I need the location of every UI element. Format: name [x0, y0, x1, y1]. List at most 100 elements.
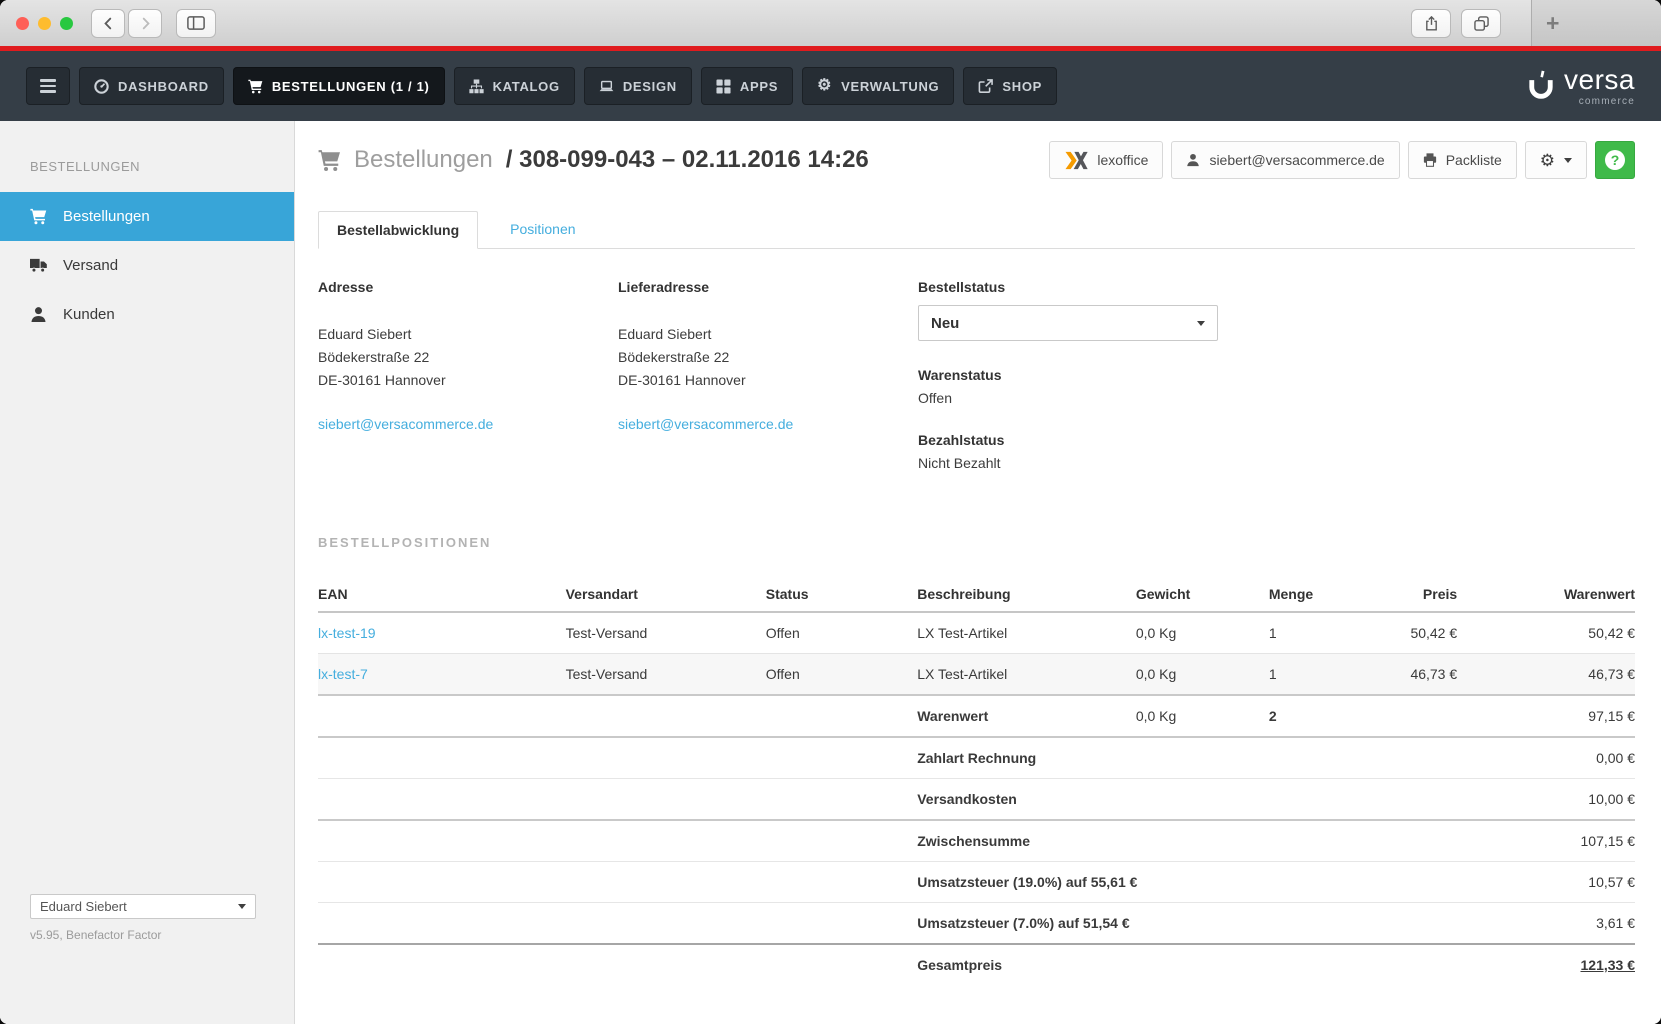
tab-strip: + [1531, 0, 1661, 46]
sidebar-item-bestellungen[interactable]: Bestellungen [0, 192, 294, 241]
address-line: Eduard Siebert [618, 323, 918, 346]
traffic-lights [16, 17, 73, 30]
preis-cell: 50,42 € [1360, 612, 1457, 654]
close-window-button[interactable] [16, 17, 29, 30]
nav-item-design[interactable]: DESIGN [584, 67, 692, 105]
nav-item-katalog[interactable]: KATALOG [454, 67, 575, 105]
tab-positionen[interactable]: Positionen [492, 211, 593, 248]
positions-section-title: BESTELLPOSITIONEN [318, 535, 1635, 550]
customer-email-link[interactable]: siebert@versacommerce.de [318, 416, 493, 432]
bestellstatus-label: Bestellstatus [918, 279, 1218, 295]
summary-row-warenwert: Warenwert 0,0 Kg 2 97,15 € [318, 695, 1635, 737]
chrome-right-buttons [1411, 9, 1501, 38]
summary-row-umsatzsteuer-19: Umsatzsteuer (19.0%) auf 55,61 € 10,57 € [318, 862, 1635, 903]
col-beschreibung: Beschreibung [917, 576, 1136, 612]
address-line: Bödekerstraße 22 [618, 346, 918, 369]
versandart-cell: Test-Versand [566, 612, 766, 654]
sidebar-footer: Eduard Siebert v5.95, Benefactor Factor [30, 894, 256, 942]
col-warenwert: Warenwert [1457, 576, 1635, 612]
beschreibung-cell: LX Test-Artikel [917, 612, 1136, 654]
customer-email-link[interactable]: siebert@versacommerce.de [618, 416, 793, 432]
summary-value: 0,00 € [1360, 737, 1635, 779]
nav-item-dashboard[interactable]: DASHBOARD [79, 67, 224, 105]
summary-row-gesamtpreis: Gesamtpreis 121,33 € [318, 944, 1635, 985]
sidebar-item-versand[interactable]: Versand [0, 241, 294, 290]
page-title: / 308-099-043 – 02.11.2016 14:26 [506, 146, 869, 174]
browser-window: + DASHBOARD BESTELLUNGEN (1 / 1) KATALOG… [0, 0, 1661, 1024]
summary-label: Umsatzsteuer (19.0%) auf 55,61 € [917, 862, 1359, 903]
nav-item-bestellungen[interactable]: BESTELLUNGEN (1 / 1) [233, 67, 445, 105]
laptop-icon [599, 79, 614, 94]
zoom-window-button[interactable] [60, 17, 73, 30]
settings-dropdown-button[interactable]: ⚙ [1525, 141, 1587, 179]
summary-label: Umsatzsteuer (7.0%) auf 51,54 € [917, 903, 1359, 945]
bestellstatus-select[interactable]: Neu [918, 305, 1218, 341]
breadcrumb-section[interactable]: Bestellungen [354, 146, 493, 174]
grid-icon [716, 79, 731, 94]
minimize-window-button[interactable] [38, 17, 51, 30]
table-header-row: EAN Versandart Status Beschreibung Gewic… [318, 576, 1635, 612]
customer-email-button[interactable]: siebert@versacommerce.de [1171, 141, 1399, 179]
address-title: Adresse [318, 279, 618, 295]
col-gewicht: Gewicht [1136, 576, 1269, 612]
sidebar-toggle-button[interactable] [176, 9, 216, 38]
table-row: lx-test-7 Test-Versand Offen LX Test-Art… [318, 654, 1635, 696]
billing-address-block: Adresse Eduard Siebert Bödekerstraße 22 … [318, 279, 618, 471]
hamburger-icon [40, 79, 56, 93]
address-line: Eduard Siebert [318, 323, 618, 346]
shipping-address-block: Lieferadresse Eduard Siebert Bödekerstra… [618, 279, 918, 471]
nav-item-apps[interactable]: APPS [701, 67, 793, 105]
logo-title: versa [1564, 66, 1635, 94]
share-button[interactable] [1411, 9, 1451, 38]
nav-item-shop[interactable]: SHOP [963, 67, 1057, 105]
packliste-button[interactable]: Packliste [1408, 141, 1517, 179]
help-button[interactable]: ? [1595, 141, 1635, 179]
positions-table: EAN Versandart Status Beschreibung Gewic… [318, 576, 1635, 985]
order-info-columns: Adresse Eduard Siebert Bödekerstraße 22 … [318, 279, 1635, 471]
breadcrumb: Bestellungen / 308-099-043 – 02.11.2016 … [318, 146, 869, 174]
ean-link[interactable]: lx-test-7 [318, 654, 566, 696]
bezahlstatus-value: Nicht Bezahlt [918, 455, 1218, 471]
versacommerce-logo[interactable]: versa commerce [1526, 66, 1635, 107]
dashboard-icon [94, 79, 109, 94]
printer-icon [1423, 153, 1437, 167]
bezahlstatus-block: Bezahlstatus Nicht Bezahlt [918, 432, 1218, 471]
tab-bestellabwicklung[interactable]: Bestellabwicklung [318, 211, 478, 249]
version-text: v5.95, Benefactor Factor [30, 928, 256, 942]
tab-overview-button[interactable] [1461, 9, 1501, 38]
ean-link[interactable]: lx-test-19 [318, 612, 566, 654]
back-button[interactable] [91, 9, 125, 38]
question-icon: ? [1605, 150, 1625, 170]
sidebar-item-kunden[interactable]: Kunden [0, 290, 294, 339]
nav-item-verwaltung[interactable]: ⚙ VERWALTUNG [802, 67, 954, 105]
sidebar: BESTELLUNGEN Bestellungen Versand Kunden… [0, 121, 295, 1024]
lexoffice-button[interactable]: lexoffice [1049, 141, 1163, 179]
warenwert-cell: 50,42 € [1457, 612, 1635, 654]
user-icon [30, 306, 47, 323]
bezahlstatus-label: Bezahlstatus [918, 432, 1218, 448]
summary-label: Versandkosten [917, 779, 1359, 821]
new-tab-button[interactable]: + [1546, 10, 1559, 37]
history-buttons [91, 9, 162, 38]
menu-toggle-button[interactable] [26, 67, 70, 105]
tab-bar: Bestellabwicklung Positionen [318, 211, 1635, 249]
summary-row-versandkosten: Versandkosten 10,00 € [318, 779, 1635, 821]
col-preis: Preis [1360, 576, 1457, 612]
forward-button[interactable] [128, 9, 162, 38]
preis-cell: 46,73 € [1360, 654, 1457, 696]
shop-select[interactable]: Eduard Siebert [30, 894, 256, 919]
chevron-down-icon [1197, 321, 1205, 326]
col-status: Status [766, 576, 917, 612]
user-icon [1186, 153, 1200, 167]
bestellstatus-value: Neu [931, 315, 959, 332]
summary-label: Warenwert [917, 695, 1136, 737]
gewicht-cell: 0,0 Kg [1136, 612, 1269, 654]
summary-total-value: 121,33 € [1360, 944, 1635, 985]
order-status-block: Bestellstatus Neu Warenstatus Offen Beza… [918, 279, 1218, 471]
gewicht-cell: 0,0 Kg [1136, 654, 1269, 696]
main-content: Bestellungen / 308-099-043 – 02.11.2016 … [295, 121, 1661, 1024]
sidebar-section-title: BESTELLUNGEN [0, 121, 294, 192]
address-line: DE-30161 Hannover [318, 369, 618, 392]
warenwert-cell: 46,73 € [1457, 654, 1635, 696]
shop-select-value: Eduard Siebert [40, 899, 127, 914]
